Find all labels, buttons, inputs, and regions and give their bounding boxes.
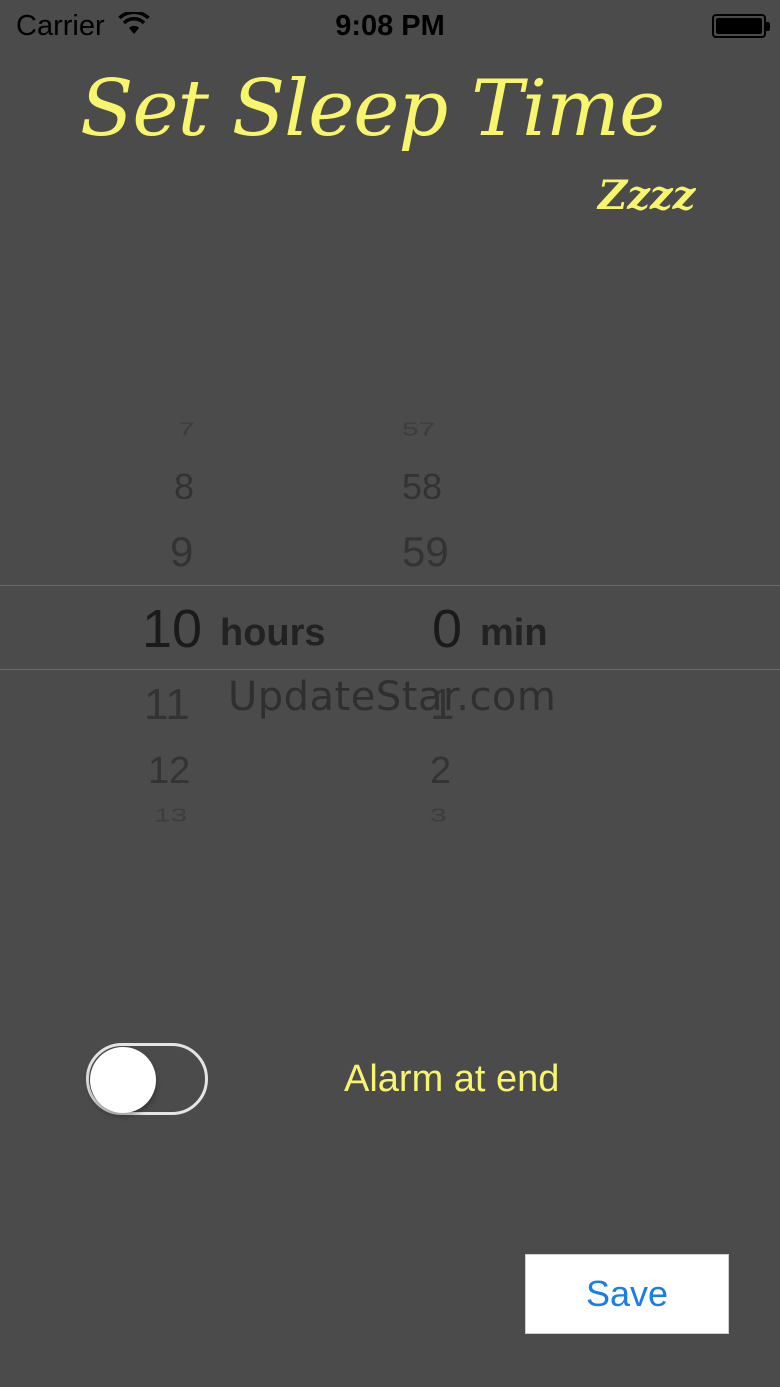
hours-selected-value[interactable]: 10 bbox=[142, 598, 202, 660]
hours-option[interactable]: 12 bbox=[148, 750, 190, 793]
battery-icon bbox=[712, 14, 770, 38]
watermark: UpdateStar.com bbox=[228, 674, 557, 720]
hours-unit-label: hours bbox=[220, 612, 326, 654]
alarm-toggle[interactable] bbox=[86, 1043, 208, 1115]
hours-option[interactable]: 11 bbox=[144, 680, 190, 730]
minutes-option[interactable]: 59 bbox=[402, 528, 449, 576]
minutes-option[interactable]: 58 bbox=[402, 466, 442, 508]
alarm-label: Alarm at end bbox=[344, 1058, 560, 1100]
minutes-option[interactable]: 2 bbox=[430, 750, 451, 793]
minutes-option[interactable]: 3 bbox=[430, 806, 447, 826]
hours-option[interactable]: 8 bbox=[174, 466, 194, 508]
minutes-unit-label: min bbox=[480, 612, 548, 654]
status-time: 9:08 PM bbox=[335, 10, 445, 42]
minutes-selected-value[interactable]: 0 bbox=[432, 598, 462, 660]
hours-option[interactable]: 13 bbox=[154, 806, 187, 826]
page-title: Set Sleep Time bbox=[80, 64, 665, 154]
picker-selection-top-line bbox=[0, 585, 780, 586]
status-bar: Carrier 9:08 PM bbox=[0, 0, 780, 52]
save-button[interactable]: Save bbox=[525, 1254, 729, 1334]
hours-option[interactable]: 9 bbox=[170, 528, 193, 576]
page-subtitle: Zzzz bbox=[598, 172, 696, 219]
hours-option[interactable]: 7 bbox=[178, 420, 195, 440]
picker-selection-bottom-line bbox=[0, 669, 780, 670]
toggle-knob bbox=[90, 1047, 156, 1113]
minutes-option[interactable]: 57 bbox=[402, 420, 435, 440]
